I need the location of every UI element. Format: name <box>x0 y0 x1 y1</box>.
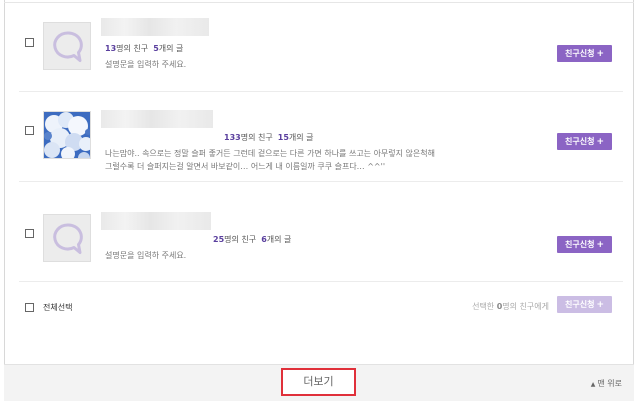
friend-stats: 25명의 친구 6개의 글 <box>213 235 292 244</box>
friend-description: 설명문을 입력하 주세요. <box>105 251 187 260</box>
select-all-label: 전체선택 <box>43 303 73 312</box>
friend-description: 설명문을 입력하 주세요. <box>105 60 187 69</box>
friend-stats: 13명의 친구 5개의 글 <box>105 44 184 53</box>
select-all-bar: 전체선택 선택한 0명의 친구에게 친구신청 + <box>5 282 633 332</box>
friend-row: 25명의 친구 6개의 글 설명문을 입력하 주세요. 친구신청 + <box>5 182 633 282</box>
back-to-top-link[interactable]: ▲ 맨 위로 <box>591 378 622 389</box>
up-arrow-icon: ▲ <box>590 381 596 388</box>
friend-checkbox[interactable] <box>25 229 34 238</box>
default-avatar[interactable] <box>43 22 91 70</box>
plus-icon: + <box>596 49 604 59</box>
load-more-button[interactable]: 더보기 <box>281 368 356 396</box>
friend-row: 133명의 친구 15개의 글 나는맘야.. 속으로는 정말 슬퍼 좋거든 그런… <box>5 92 633 182</box>
friend-name-blurred[interactable] <box>101 18 209 36</box>
selection-status: 선택한 0명의 친구에게 <box>472 302 549 311</box>
friend-checkbox[interactable] <box>25 126 34 135</box>
friend-name-blurred[interactable] <box>101 110 213 128</box>
post-count: 15 <box>277 133 289 142</box>
speech-bubble-icon <box>44 215 90 261</box>
plus-icon: + <box>596 240 604 250</box>
default-avatar[interactable] <box>43 214 91 262</box>
speech-bubble-icon <box>44 23 90 69</box>
select-all-checkbox[interactable] <box>25 303 34 312</box>
friend-count: 25 <box>213 235 225 244</box>
friend-checkbox[interactable] <box>25 38 34 47</box>
friend-count: 133 <box>224 133 241 142</box>
add-friend-button[interactable]: 친구신청 + <box>557 45 612 62</box>
add-friend-button[interactable]: 친구신청 + <box>557 236 612 253</box>
friend-description-line-1: 나는맘야.. 속으로는 정말 슬퍼 좋거든 그런데 겉으로는 다른 가면 하나를… <box>105 149 435 158</box>
friend-description-line-2: 그럴수록 더 슬퍼지는걸 알면서 바보같이… 어느게 내 이름일까 쿠쿠 슬프다… <box>105 162 386 171</box>
sky-clouds-photo <box>44 112 90 158</box>
profile-photo[interactable] <box>43 111 91 159</box>
plus-icon: + <box>596 300 604 310</box>
friend-stats: 133명의 친구 15개의 글 <box>224 133 314 142</box>
add-friend-button[interactable]: 친구신청 + <box>557 133 612 150</box>
top-divider <box>4 2 634 3</box>
friend-name-blurred[interactable] <box>101 212 211 230</box>
bulk-add-friend-button[interactable]: 친구신청 + <box>557 296 612 313</box>
friend-row: 13명의 친구 5개의 글 설명문을 입력하 주세요. 친구신청 + <box>5 4 633 92</box>
friend-count: 13 <box>105 44 117 53</box>
plus-icon: + <box>596 137 604 147</box>
